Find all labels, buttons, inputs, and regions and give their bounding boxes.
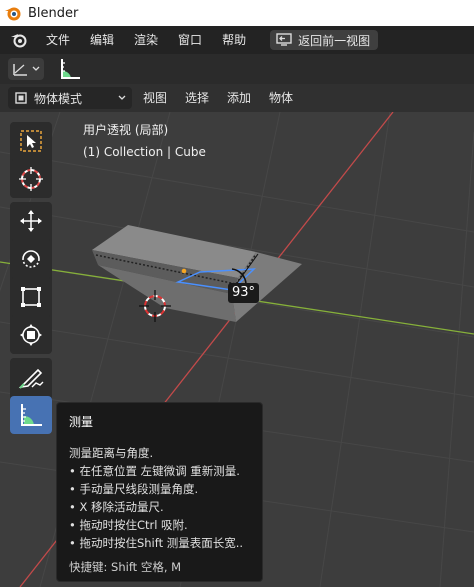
menu-edit[interactable]: 编辑 — [80, 26, 124, 54]
toolbar-annotate-group — [10, 358, 52, 434]
object-origin — [181, 268, 187, 274]
tool-transform[interactable] — [10, 316, 52, 354]
tooltip-bullet: • 拖动时按住Ctrl 吸附. — [69, 518, 188, 532]
object-mode-icon — [15, 92, 27, 104]
tooltip-description: 测量距离与角度. — [69, 446, 154, 460]
scale-icon — [21, 287, 41, 307]
window-title: Blender — [28, 5, 79, 21]
view-name-label: 用户透视 (局部) — [83, 123, 169, 137]
back-button-label: 返回前一视图 — [298, 33, 371, 48]
measure-tooltip: 测量 测量距离与角度. • 在任意位置 左键微调 重新测量. • 手动量尺线段测… — [56, 402, 263, 582]
toolbar-transform-group — [10, 202, 52, 354]
measure-icon — [21, 404, 42, 426]
menu-render[interactable]: 渲染 — [124, 26, 168, 54]
measure-active-tool-icon — [61, 59, 80, 79]
back-to-previous-button[interactable]: 返回前一视图 — [270, 30, 379, 50]
angle-value: 93° — [232, 285, 256, 300]
rotate-icon — [22, 250, 40, 268]
tool-settings-bar — [0, 54, 474, 84]
tooltip-title: 测量 — [69, 415, 94, 429]
angle-readout: 93° — [228, 283, 260, 303]
blender-logo-icon — [5, 7, 21, 21]
screen-back-icon — [276, 33, 292, 46]
annotate-icon — [18, 368, 44, 389]
tool-move[interactable] — [10, 202, 52, 240]
menu-file[interactable]: 文件 — [36, 26, 80, 54]
collection-info-label: (1) Collection | Cube — [83, 145, 206, 159]
menu-help[interactable]: 帮助 — [212, 26, 256, 54]
toolbar-select-group — [10, 122, 52, 198]
tool-measure[interactable] — [10, 396, 52, 434]
tooltip-shortcut: 快捷键: Shift 空格, M — [69, 560, 182, 574]
menu-window[interactable]: 窗口 — [168, 26, 212, 54]
3d-viewport[interactable]: 93° 用户透视 (局部) (1) Collection | Cube 测量 测… — [0, 112, 474, 587]
tool-annotate[interactable] — [10, 358, 52, 396]
tooltip-bullet: • 手动量尺线段测量角度. — [69, 482, 199, 496]
tooltip-bullet: • 拖动时按住Shift 测量表面长宽.. — [69, 536, 244, 550]
chevron-down-icon — [118, 95, 126, 100]
select-box-icon — [20, 130, 42, 152]
tooltip-bullet: • X 移除活动量尺. — [69, 500, 164, 514]
tooltip-bullet: • 在任意位置 左键微调 重新测量. — [69, 464, 240, 478]
viewport-header: 物体模式 视图 选择 添加 物体 — [0, 84, 474, 112]
object-menu[interactable]: 物体 — [262, 87, 301, 109]
tool-rotate[interactable] — [10, 240, 52, 278]
select-menu[interactable]: 选择 — [178, 87, 217, 109]
cursor-icon — [19, 167, 43, 191]
tool-scale[interactable] — [10, 278, 52, 316]
move-icon — [20, 210, 42, 232]
window-titlebar: Blender — [0, 0, 474, 26]
transform-icon — [20, 324, 42, 346]
object-mode-label: 物体模式 — [34, 91, 83, 106]
add-menu[interactable]: 添加 — [220, 87, 259, 109]
blender-menu-icon[interactable] — [10, 32, 28, 48]
tool-cursor[interactable] — [10, 160, 52, 198]
view-menu[interactable]: 视图 — [136, 87, 175, 109]
top-menubar: 文件 编辑 渲染 窗口 帮助 返回前一视图 — [0, 26, 474, 54]
object-mode-dropdown[interactable]: 物体模式 — [8, 87, 132, 109]
measure-tool-small-icon — [13, 64, 27, 76]
tool-dropdown[interactable] — [8, 58, 44, 80]
chevron-down-icon — [32, 66, 40, 71]
tool-select-box[interactable] — [10, 122, 52, 160]
